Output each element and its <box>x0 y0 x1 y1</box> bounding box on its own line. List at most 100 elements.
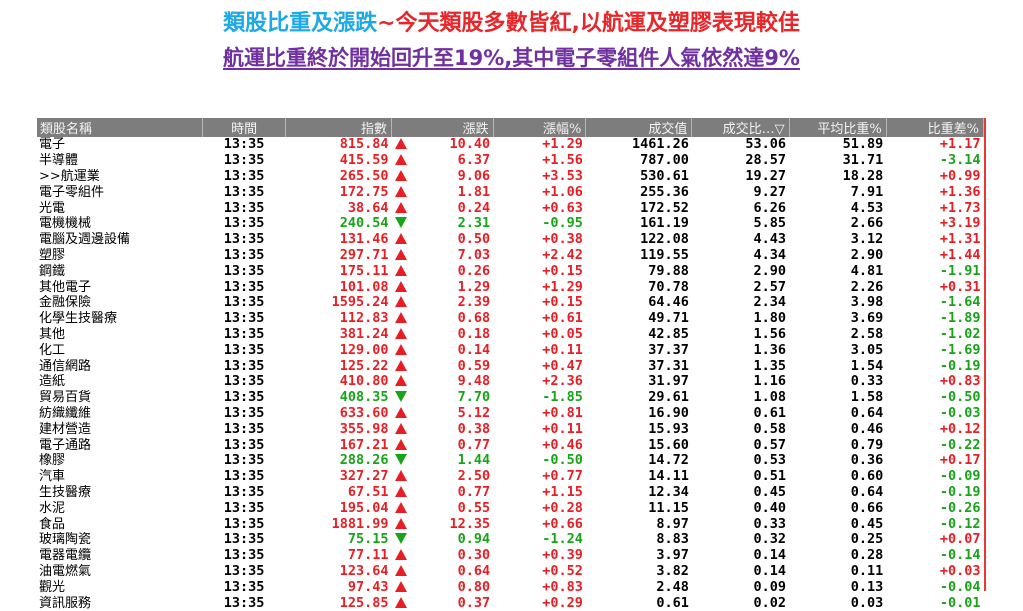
header-sector-name[interactable]: 類股名稱 <box>37 118 204 137</box>
change-pct: +0.81 <box>542 405 583 421</box>
sector-name: 通信網路 <box>39 358 92 374</box>
table-row[interactable]: 食品 13:35 1881.99 12.35 +0.66 8.97 0.33 0.45 -0.1… <box>37 516 984 532</box>
index-value: 195.04 <box>339 500 389 516</box>
table-row[interactable]: 橡膠 13:35 288.26 1.44 -0.50 14.72 0.53 0.36 +0.17 <box>37 453 984 469</box>
sector-name: 電機機械 <box>39 216 92 232</box>
change-pct: +1.29 <box>542 137 583 153</box>
table-row[interactable]: 生技醫療 13:35 67.51 0.77 +1.15 12.34 0.45 0.64 -0.1… <box>37 485 984 501</box>
table-row[interactable]: 通信網路 13:35 125.22 0.59 +0.47 37.31 1.35 1.54 -0.… <box>37 358 984 374</box>
change-cell: 1.81 <box>392 184 494 200</box>
quote-time: 13:35 <box>223 437 265 453</box>
change-pct: +0.11 <box>542 421 583 437</box>
turnover-value: 8.97 <box>656 516 689 532</box>
table-row[interactable]: 水泥 13:35 195.04 0.55 +0.28 11.15 0.40 0.66 -0.26 <box>37 500 984 516</box>
change-cell: 1.44 <box>392 453 494 469</box>
table-row[interactable]: 資訊服務 13:35 125.85 0.37 +0.29 0.61 0.02 0.03 -0.0… <box>37 595 984 611</box>
table-row[interactable]: 造紙 13:35 410.80 9.48 +2.36 31.97 1.16 0.33 +0.83 <box>37 374 984 390</box>
table-row[interactable]: 觀光 13:35 97.43 0.80 +0.83 2.48 0.09 0.13 -0.04 <box>37 579 984 595</box>
change-cell: 9.48 <box>392 374 494 390</box>
header-turnover[interactable]: 成交值 <box>585 118 693 137</box>
table-row[interactable]: 半導體 13:35 415.59 6.37 +1.56 787.00 28.57 31.71 -… <box>37 153 984 169</box>
change-value: 2.50 <box>457 468 491 485</box>
triangle-up-icon <box>394 169 407 181</box>
weight-diff: +1.73 <box>939 200 981 216</box>
quote-time: 13:35 <box>223 531 265 548</box>
triangle-up-icon <box>394 201 407 213</box>
weight-diff: -0.14 <box>939 547 981 564</box>
turnover-value: 3.82 <box>656 563 689 579</box>
table-row[interactable]: 鋼鐵 13:35 175.11 0.26 +0.15 79.88 2.90 4.81 -1.91 <box>37 263 984 279</box>
table-row[interactable]: 玻璃陶瓷 13:35 75.15 0.94 -1.24 8.83 0.32 0.25 +0.07 <box>37 532 984 548</box>
turnover-value: 0.61 <box>656 595 689 611</box>
table-row[interactable]: 電機機械 13:35 240.54 2.31 -0.95 161.19 5.85 2.66 +3… <box>37 216 984 232</box>
header-avg-weight[interactable]: 平均比重% <box>789 118 887 137</box>
avg-weight: 0.45 <box>850 516 884 532</box>
change-value: 0.50 <box>457 231 491 248</box>
turnover-ratio: 2.57 <box>753 279 787 295</box>
avg-weight: 4.81 <box>850 263 884 279</box>
header-change-pct[interactable]: 漲幅% <box>493 118 587 137</box>
table-row[interactable]: 其他電子 13:35 101.08 1.29 +1.29 70.78 2.57 2.26 +0.… <box>37 279 984 295</box>
quote-time: 13:35 <box>223 263 265 279</box>
quote-time: 13:35 <box>223 516 265 532</box>
table-row[interactable]: >>航運業 13:35 265.50 9.06 +3.53 530.61 19.27 18.2… <box>37 169 984 185</box>
quote-time: 13:35 <box>223 421 265 437</box>
table-row[interactable]: 電子零組件 13:35 172.75 1.81 +1.06 255.36 9.27 7.91 +… <box>37 184 984 200</box>
table-row[interactable]: 電子通路 13:35 167.21 0.77 +0.46 15.60 0.57 0.79 -0.… <box>37 437 984 453</box>
weight-diff: -1.69 <box>939 342 981 358</box>
quote-time: 13:35 <box>223 342 265 358</box>
index-value: 67.51 <box>347 484 389 500</box>
change-cell: 10.40 <box>392 137 494 153</box>
weight-diff: -0.03 <box>939 405 981 421</box>
change-cell: 0.80 <box>392 579 494 595</box>
header-turnover-ratio[interactable]: 成交比…▽ <box>691 118 790 137</box>
index-value: 415.59 <box>339 152 389 169</box>
table-row[interactable]: 電腦及週邊設備 13:35 131.46 0.50 +0.38 122.08 4.43 3.1… <box>37 232 984 248</box>
table-row[interactable]: 電子 13:35 815.84 10.40 +1.29 1461.26 53.06 51.89… <box>37 137 984 153</box>
triangle-up-icon <box>394 327 407 339</box>
table-row[interactable]: 化工 13:35 129.00 0.14 +0.11 37.37 1.36 3.05 -1.69 <box>37 342 984 358</box>
table-row[interactable]: 建材營造 13:35 355.98 0.38 +0.11 15.93 0.58 0.46 +0.… <box>37 421 984 437</box>
table-row[interactable]: 其他 13:35 381.24 0.18 +0.05 42.85 1.56 2.58 -1.02 <box>37 327 984 343</box>
triangle-up-icon <box>394 248 407 260</box>
change-pct: +0.77 <box>542 468 583 485</box>
weight-diff: -0.01 <box>939 595 981 611</box>
table-row[interactable]: 紡織纖維 13:35 633.60 5.12 +0.81 16.90 0.61 0.64 -0.… <box>37 406 984 422</box>
change-value: 0.94 <box>457 531 491 548</box>
turnover-ratio: 0.33 <box>753 516 787 532</box>
index-value: 815.84 <box>339 137 389 153</box>
table-row[interactable]: 貿易百貨 13:35 408.35 7.70 -1.85 29.61 1.08 1.58 -0.… <box>37 390 984 406</box>
index-value: 297.71 <box>339 247 389 263</box>
weight-diff: +1.44 <box>939 247 981 263</box>
change-cell: 0.59 <box>392 358 494 374</box>
table-row[interactable]: 化學生技醫療 13:35 112.83 0.68 +0.61 49.71 1.80 3.69 -… <box>37 311 984 327</box>
header-index[interactable]: 指數 <box>285 118 393 137</box>
table-row[interactable]: 塑膠 13:35 297.71 7.03 +2.42 119.55 4.34 2.90 +1.4… <box>37 248 984 264</box>
change-cell: 1.29 <box>392 279 494 295</box>
table-row[interactable]: 電器電纜 13:35 77.11 0.30 +0.39 3.97 0.14 0.28 -0.14 <box>37 548 984 564</box>
sector-name: 油電燃氣 <box>39 563 92 579</box>
change-pct: +0.61 <box>542 310 583 327</box>
table-row[interactable]: 金融保險 13:35 1595.24 2.39 +0.15 64.46 2.34 3.98 -1… <box>37 295 984 311</box>
index-value: 355.98 <box>339 421 389 437</box>
turnover-value: 8.83 <box>656 531 689 548</box>
table-row[interactable]: 汽車 13:35 327.27 2.50 +0.77 14.11 0.51 0.60 -0.09 <box>37 469 984 485</box>
change-cell: 0.38 <box>392 421 494 437</box>
sector-name: 生技醫療 <box>39 484 92 500</box>
header-change[interactable]: 漲跌 <box>391 118 494 137</box>
header-time[interactable]: 時間 <box>202 118 286 137</box>
sector-name: 觀光 <box>39 579 66 595</box>
turnover-ratio: 1.36 <box>753 342 787 358</box>
change-pct: +0.46 <box>542 437 583 453</box>
turnover-ratio: 0.57 <box>753 437 787 453</box>
quote-time: 13:35 <box>223 168 265 184</box>
turnover-ratio: 2.90 <box>753 263 787 279</box>
sector-quote-table: 類股名稱 時間 指數 漲跌 漲幅% 成交值 成交比…▽ 平均比重% 比重差% 電… <box>37 118 986 610</box>
triangle-up-icon <box>394 138 407 150</box>
avg-weight: 2.58 <box>850 326 884 342</box>
quote-time: 13:35 <box>223 405 265 421</box>
table-row[interactable]: 油電燃氣 13:35 123.64 0.64 +0.52 3.82 0.14 0.11 +0.0… <box>37 564 984 580</box>
header-weight-diff[interactable]: 比重差% <box>886 118 985 137</box>
table-row[interactable]: 光電 13:35 38.64 0.24 +0.63 172.52 6.26 4.53 +1.73 <box>37 200 984 216</box>
avg-weight: 1.54 <box>850 358 884 374</box>
